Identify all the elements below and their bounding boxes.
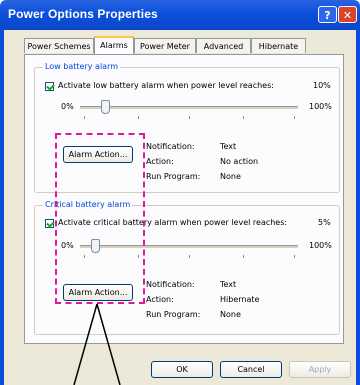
dialog-window: Power Options Properties ? ✕ Power Schem… xyxy=(0,0,360,385)
annotation-callout xyxy=(73,303,121,385)
tab-alarms[interactable]: Alarms xyxy=(94,36,134,54)
